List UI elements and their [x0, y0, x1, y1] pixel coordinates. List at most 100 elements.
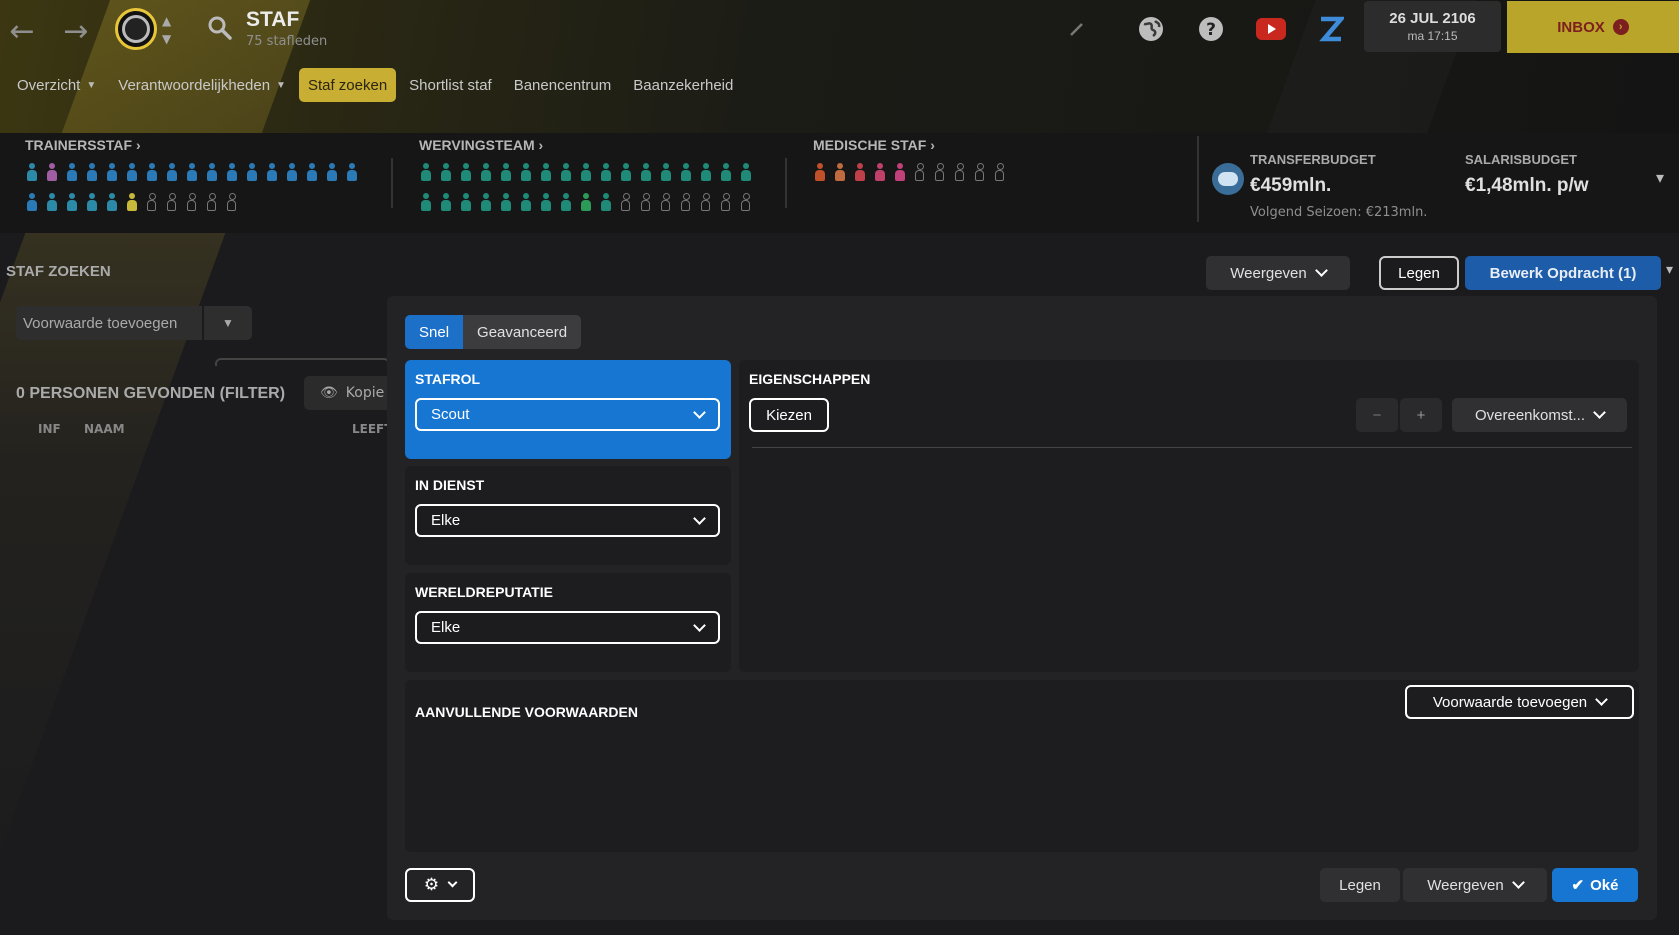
- staff-member-icon[interactable]: [439, 193, 453, 215]
- minus-button[interactable]: −: [1356, 398, 1398, 432]
- tab-overzicht[interactable]: Overzicht ▼: [8, 68, 105, 102]
- agreement-select[interactable]: Overeenkomst...: [1452, 398, 1627, 432]
- staff-member-icon[interactable]: [65, 163, 79, 185]
- column-naam[interactable]: NAAM: [84, 422, 125, 436]
- empty-staff-slot-icon[interactable]: [145, 193, 159, 215]
- staff-member-icon[interactable]: [599, 193, 613, 215]
- empty-staff-slot-icon[interactable]: [719, 193, 733, 215]
- empty-staff-slot-icon[interactable]: [973, 163, 987, 185]
- empty-staff-slot-icon[interactable]: [165, 193, 179, 215]
- back-arrow-icon[interactable]: ←: [5, 14, 39, 49]
- tab-banencentrum[interactable]: Banencentrum: [505, 68, 621, 102]
- tab-snel[interactable]: Snel: [405, 315, 464, 349]
- chevron-down-icon[interactable]: ▼: [204, 316, 252, 330]
- footer-show-button[interactable]: Weergeven: [1403, 868, 1547, 902]
- staff-member-icon[interactable]: [85, 193, 99, 215]
- employment-select[interactable]: Elke: [415, 504, 720, 537]
- staff-member-icon[interactable]: [285, 163, 299, 185]
- staff-member-icon[interactable]: [559, 163, 573, 185]
- trainer-staff-heading[interactable]: TRAINERSSTAF ›: [25, 137, 141, 153]
- staff-member-icon[interactable]: [579, 193, 593, 215]
- staff-member-icon[interactable]: [145, 163, 159, 185]
- empty-staff-slot-icon[interactable]: [225, 193, 239, 215]
- trainer-staff-group[interactable]: TRAINERSSTAF ›: [25, 135, 375, 235]
- choose-attributes-button[interactable]: Kiezen: [749, 398, 829, 432]
- empty-staff-slot-icon[interactable]: [639, 193, 653, 215]
- staff-member-icon[interactable]: [85, 163, 99, 185]
- staff-member-icon[interactable]: [439, 163, 453, 185]
- staff-member-icon[interactable]: [25, 163, 39, 185]
- empty-staff-slot-icon[interactable]: [913, 163, 927, 185]
- staff-member-icon[interactable]: [619, 163, 633, 185]
- empty-staff-slot-icon[interactable]: [993, 163, 1007, 185]
- staff-member-icon[interactable]: [45, 163, 59, 185]
- show-button[interactable]: Weergeven: [1206, 256, 1350, 290]
- staff-member-icon[interactable]: [699, 163, 713, 185]
- staff-member-icon[interactable]: [125, 163, 139, 185]
- youtube-icon[interactable]: [1254, 12, 1288, 46]
- tab-geavanceerd[interactable]: Geavanceerd: [463, 315, 582, 349]
- staff-role-select[interactable]: Scout: [415, 398, 720, 431]
- staff-member-icon[interactable]: [25, 193, 39, 215]
- staff-member-icon[interactable]: [659, 163, 673, 185]
- medical-staff-group[interactable]: MEDISCHE STAF ›: [813, 135, 1163, 235]
- clear-button[interactable]: Legen: [1379, 256, 1459, 290]
- staff-member-icon[interactable]: [519, 193, 533, 215]
- inbox-button[interactable]: INBOX ›: [1507, 1, 1679, 53]
- staff-member-icon[interactable]: [205, 163, 219, 185]
- staff-member-icon[interactable]: [813, 163, 827, 185]
- empty-staff-slot-icon[interactable]: [933, 163, 947, 185]
- empty-staff-slot-icon[interactable]: [185, 193, 199, 215]
- medical-staff-heading[interactable]: MEDISCHE STAF ›: [813, 137, 935, 153]
- staff-member-icon[interactable]: [245, 163, 259, 185]
- pencil-icon[interactable]: [1060, 12, 1094, 46]
- copy-view-button[interactable]: 👁 Kopie: [304, 376, 394, 410]
- staff-member-icon[interactable]: [225, 163, 239, 185]
- club-switch-icon[interactable]: ▲ ▼: [162, 12, 171, 48]
- empty-staff-slot-icon[interactable]: [699, 193, 713, 215]
- tab-verantwoordelijkheden[interactable]: Verantwoordelijkheden ▼: [109, 68, 295, 102]
- staff-member-icon[interactable]: [873, 163, 887, 185]
- staff-member-icon[interactable]: [853, 163, 867, 185]
- add-condition-select[interactable]: Voorwaarde toevoegen: [1405, 685, 1634, 719]
- footer-clear-button[interactable]: Legen: [1320, 868, 1400, 902]
- staff-member-icon[interactable]: [833, 163, 847, 185]
- staff-member-icon[interactable]: [599, 163, 613, 185]
- staff-member-icon[interactable]: [459, 193, 473, 215]
- date-time-box[interactable]: 26 JUL 2106 ma 17:15: [1364, 1, 1501, 52]
- chevron-down-icon[interactable]: ▾: [1666, 262, 1673, 278]
- club-crest-icon[interactable]: [115, 8, 157, 50]
- empty-staff-slot-icon[interactable]: [205, 193, 219, 215]
- staff-member-icon[interactable]: [499, 193, 513, 215]
- search-icon[interactable]: [206, 14, 234, 42]
- staff-member-icon[interactable]: [739, 163, 753, 185]
- staff-member-icon[interactable]: [579, 163, 593, 185]
- empty-staff-slot-icon[interactable]: [619, 193, 633, 215]
- staff-member-icon[interactable]: [105, 193, 119, 215]
- forward-arrow-icon[interactable]: →: [59, 14, 93, 49]
- staff-member-icon[interactable]: [345, 163, 359, 185]
- globe-icon[interactable]: [1134, 12, 1168, 46]
- ok-button[interactable]: ✔ Oké: [1552, 868, 1638, 902]
- staff-member-icon[interactable]: [559, 193, 573, 215]
- help-icon[interactable]: ?: [1194, 12, 1228, 46]
- tab-shortlist-staf[interactable]: Shortlist staf: [400, 68, 501, 102]
- add-condition-button[interactable]: Voorwaarde toevoegen ▼: [16, 306, 252, 340]
- empty-staff-slot-icon[interactable]: [679, 193, 693, 215]
- tab-staf-zoeken[interactable]: Staf zoeken: [298, 68, 397, 102]
- staff-member-icon[interactable]: [679, 163, 693, 185]
- staff-member-icon[interactable]: [65, 193, 79, 215]
- staff-member-icon[interactable]: [639, 163, 653, 185]
- column-inf[interactable]: INF: [38, 422, 61, 436]
- empty-staff-slot-icon[interactable]: [659, 193, 673, 215]
- staff-member-icon[interactable]: [419, 193, 433, 215]
- recruitment-team-group[interactable]: WERVINGSTEAM ›: [419, 135, 769, 235]
- staff-member-icon[interactable]: [45, 193, 59, 215]
- staff-member-icon[interactable]: [305, 163, 319, 185]
- z-logo-icon[interactable]: [1314, 12, 1348, 46]
- staff-member-icon[interactable]: [479, 163, 493, 185]
- staff-member-icon[interactable]: [519, 163, 533, 185]
- recruitment-team-heading[interactable]: WERVINGSTEAM ›: [419, 137, 543, 153]
- staff-member-icon[interactable]: [459, 163, 473, 185]
- staff-member-icon[interactable]: [893, 163, 907, 185]
